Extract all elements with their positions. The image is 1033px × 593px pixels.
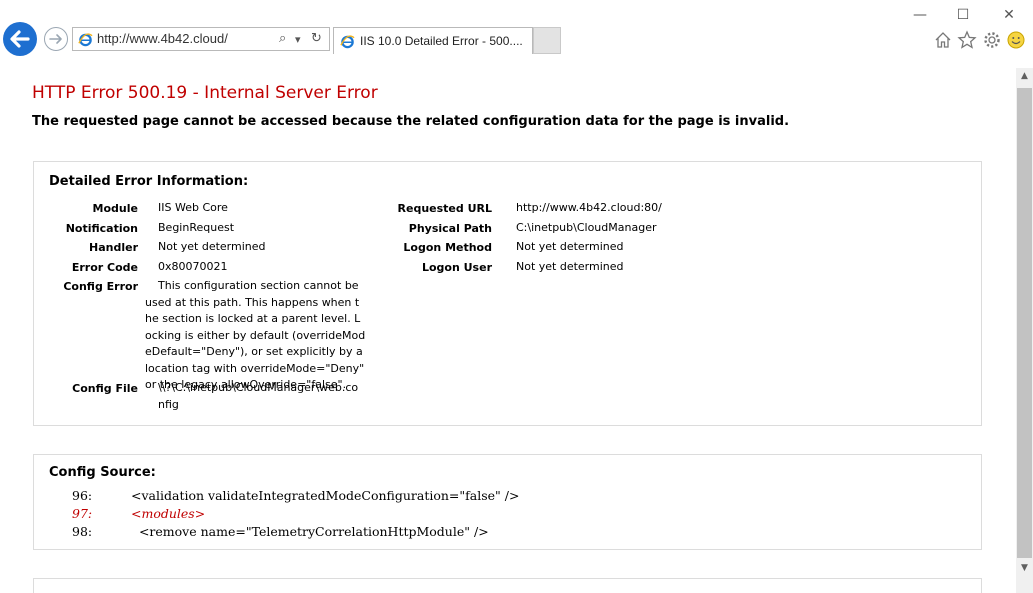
value-handler: Not yet determined [158,240,266,253]
code-line: <validation validateIntegratedModeConfig… [131,488,520,503]
code-line-number-highlighted: 97: [72,506,93,521]
label-notification: Notification [65,222,138,235]
label-config-file: Config File [72,382,138,395]
code-line-number: 96: [72,488,93,503]
config-error-line: used at this path. This happens when t [145,295,360,309]
value-logon-method: Not yet determined [516,240,624,253]
label-handler: Handler [89,241,138,254]
label-config-error: Config Error [63,280,138,293]
search-icon[interactable]: ⌕ [279,31,286,46]
config-error-line: This configuration section cannot be [158,279,359,292]
address-url[interactable]: http://www.4b42.cloud/ [97,31,228,46]
code-line-highlighted: <modules> [131,506,206,521]
tab-title: IIS 10.0 Detailed Error - 500.... [360,34,523,48]
close-button[interactable]: ✕ [994,5,1024,25]
settings-gear-icon[interactable] [982,30,1002,50]
value-error-code: 0x80070021 [158,260,228,273]
page-subtitle: The requested page cannot be accessed be… [32,114,790,129]
new-tab-button[interactable] [533,27,561,54]
page-content: HTTP Error 500.19 - Internal Server Erro… [0,58,1016,593]
address-dropdown-icon[interactable]: ▾ [295,33,301,46]
config-source-panel: Config Source: 96: <validation validateI… [33,454,982,550]
config-file-line: \\?\C:\inetpub\CloudManager\web.co [158,381,359,394]
label-error-code: Error Code [71,261,138,274]
scroll-up-arrow-icon[interactable]: ▲ [1016,68,1033,85]
detailed-error-panel: Detailed Error Information: Module IIS W… [33,161,982,426]
scrollbar-thumb[interactable] [1017,88,1032,558]
tab-iis-error[interactable]: IIS 10.0 Detailed Error - 500.... [333,27,533,54]
label-module: Module [92,202,138,215]
code-line-number: 98: [72,524,93,539]
label-logon-user: Logon User [421,261,492,274]
value-module: IIS Web Core [158,201,228,214]
browser-chrome: — ☐ ✕ http://www.4b42.cloud/ ⌕ ▾ ↻ IIS 1… [0,0,1033,58]
forward-arrow-icon [49,34,62,44]
value-requested-url: http://www.4b42.cloud:80/ [516,201,662,214]
back-arrow-icon [10,30,30,48]
vertical-scrollbar[interactable]: ▲ ▼ [1016,68,1033,593]
code-line: <remove name="TelemetryCorrelationHttpMo… [131,524,489,539]
config-file-line: nfig [158,397,179,411]
forward-button[interactable] [44,27,68,51]
config-error-line: he section is locked at a parent level. … [145,312,361,325]
next-panel [33,578,982,593]
label-requested-url: Requested URL [397,202,492,215]
ie-logo-icon [340,35,355,49]
label-physical-path: Physical Path [408,222,492,235]
label-logon-method: Logon Method [403,241,492,254]
config-error-line: ocking is either by default (overrideMod [145,328,366,342]
detailed-error-heading: Detailed Error Information: [49,174,249,189]
config-error-line: eDefault="Deny"), or set explicitly by a [145,345,363,358]
minimize-button[interactable]: — [905,5,935,25]
favorites-star-icon[interactable] [957,30,977,50]
value-notification: BeginRequest [158,221,235,234]
back-button[interactable] [3,22,37,56]
feedback-smiley-icon[interactable] [1006,30,1026,50]
page-title: HTTP Error 500.19 - Internal Server Erro… [32,83,378,103]
value-config-error: This configuration section cannot be use… [145,278,365,394]
ie-logo-icon [78,33,93,47]
config-source-heading: Config Source: [49,465,156,480]
address-bar[interactable]: http://www.4b42.cloud/ ⌕ ▾ ↻ [72,27,330,51]
home-icon[interactable] [933,30,953,50]
maximize-button[interactable]: ☐ [948,5,978,25]
config-error-line: location tag with overrideMode="Deny" [145,361,365,375]
refresh-icon[interactable]: ↻ [311,31,322,46]
value-physical-path: C:\inetpub\CloudManager [516,221,657,234]
value-logon-user: Not yet determined [516,260,624,273]
value-config-file: \\?\C:\inetpub\CloudManager\web.co nfig [158,380,358,413]
scroll-down-arrow-icon[interactable]: ▼ [1016,560,1033,577]
